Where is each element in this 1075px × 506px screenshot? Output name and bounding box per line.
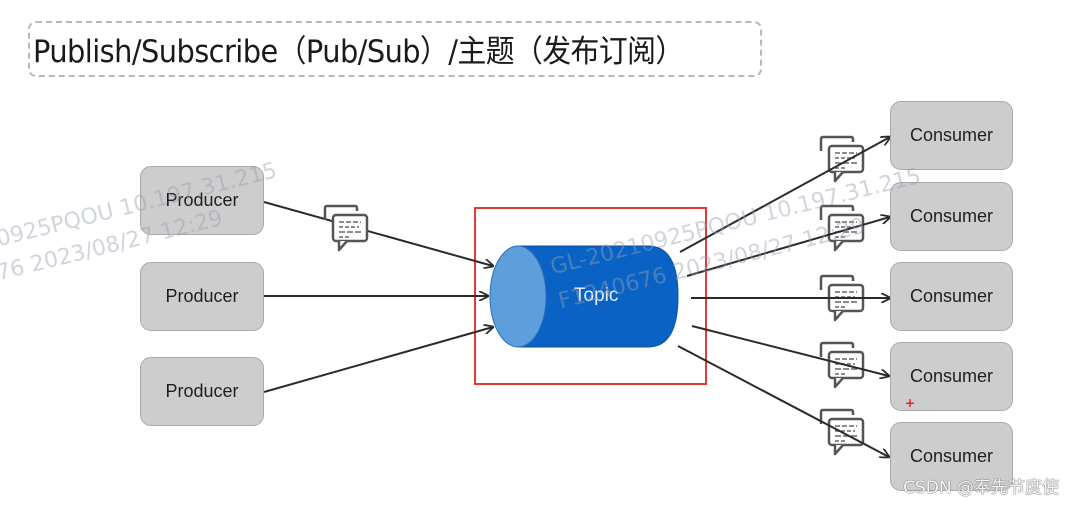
consumer-label: Consumer (909, 125, 994, 145)
producer-node-2[interactable]: Producer (140, 262, 264, 331)
consumer-node-2[interactable]: Consumer (890, 182, 1013, 251)
consumer-node-1[interactable]: Consumer (890, 101, 1013, 170)
consumer-label: Consumer (909, 446, 994, 466)
consumer-node-3[interactable]: Consumer (890, 262, 1013, 331)
chat-message-icon (819, 204, 865, 252)
chat-message-icon (323, 204, 369, 252)
producer-1-arrow (263, 201, 493, 266)
cursor-crosshair-icon: + (905, 396, 916, 410)
chat-message-icon (819, 135, 865, 183)
producer-3-arrow (263, 327, 493, 393)
topic-label: Topic (574, 285, 619, 306)
producer-label: Producer (165, 286, 239, 306)
consumer-2-arrow (686, 217, 890, 277)
consumer-label: Consumer (909, 286, 994, 306)
consumer-label: Consumer (909, 366, 994, 386)
producer-label: Producer (165, 381, 239, 401)
producer-node-1[interactable]: Producer (140, 166, 264, 235)
producer-node-3[interactable]: Producer (140, 357, 264, 426)
footer-credit: CSDN @奉先节度使 (903, 478, 1059, 498)
consumer-label: Consumer (909, 206, 994, 226)
producer-label: Producer (165, 190, 239, 210)
